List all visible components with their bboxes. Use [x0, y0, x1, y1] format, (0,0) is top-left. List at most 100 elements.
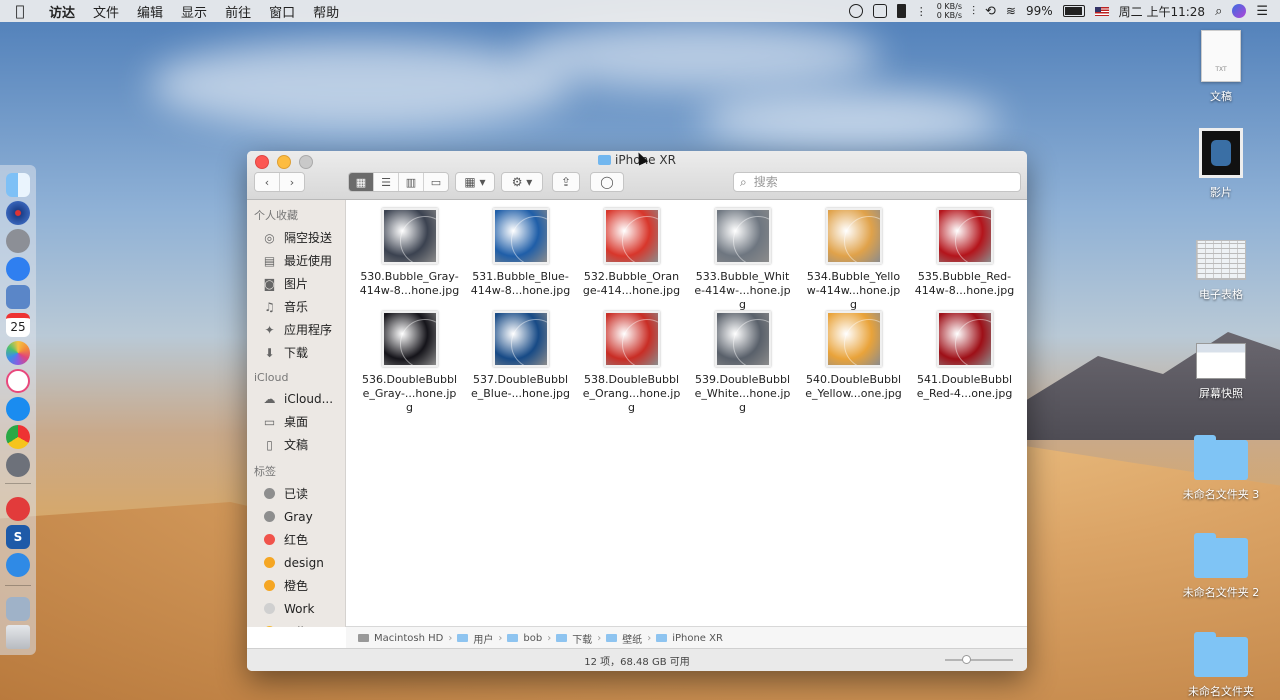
menu-window[interactable]: 窗口 [260, 2, 304, 21]
apple-menu-icon[interactable]:  [0, 2, 40, 20]
desktop-item-movies[interactable]: 影片 [1176, 128, 1266, 200]
desktop-item-folder-2[interactable]: 未命名文件夹 2 [1176, 533, 1266, 600]
menu-file[interactable]: 文件 [84, 2, 128, 21]
desktop-item-documents[interactable]: TXT 文稿 [1176, 30, 1266, 104]
calendar-day: 25 [10, 320, 26, 334]
path-segment[interactable]: 用户 [473, 631, 493, 646]
path-segment[interactable]: Macintosh HD [374, 633, 443, 644]
sidebar-item-favorite-5[interactable]: ⬇ 下载 [247, 341, 345, 364]
launchpad-icon[interactable] [6, 229, 30, 253]
path-segment[interactable]: 下载 [572, 631, 592, 646]
time-machine-icon[interactable]: ⟲ [985, 4, 996, 19]
sidebar-item-tag-4[interactable]: 橙色 [247, 574, 345, 597]
icon-view-button[interactable]: ▦ [349, 173, 374, 191]
back-button[interactable]: ‹ [255, 173, 280, 191]
finder-icon[interactable] [6, 173, 30, 197]
photos-icon[interactable] [6, 341, 30, 365]
sidebar-item-favorite-2[interactable]: ◙ 图片 [247, 272, 345, 295]
file-item[interactable]: 536.DoubleBubble_Gray-...hone.jpg [354, 311, 465, 414]
desktop-item-folder-3[interactable]: 未命名文件夹 3 [1176, 435, 1266, 502]
sidebar-item-icloud-2[interactable]: ▯ 文稿 [247, 433, 345, 456]
action-gear-button[interactable]: ⚙ ▾ [501, 172, 543, 192]
list-view-button[interactable]: ☰ [374, 173, 399, 191]
file-item[interactable]: 530.Bubble_Gray-414w-8...hone.jpg [354, 208, 465, 311]
sidebar-item-favorite-0[interactable]: ◎ 隔空投送 [247, 226, 345, 249]
desktop-item-folder[interactable]: 未命名文件夹 [1176, 632, 1266, 699]
tweetbot-icon[interactable] [6, 553, 30, 577]
app-store-icon[interactable] [6, 397, 30, 421]
group-by-button[interactable]: ▦ ▾ [455, 172, 495, 192]
red-app-icon[interactable] [6, 497, 30, 521]
preview-icon[interactable] [6, 285, 30, 309]
phone-icon[interactable] [896, 4, 906, 18]
sidebar-item-tag-1[interactable]: Gray [247, 505, 345, 528]
desktop-item-spreadsheet[interactable]: 电子表格 [1176, 240, 1266, 302]
menu-edit[interactable]: 编辑 [128, 2, 172, 21]
file-item[interactable]: 539.DoubleBubble_White...hone.jpg [687, 311, 798, 414]
file-item[interactable]: 535.Bubble_Red-414w-8...hone.jpg [909, 208, 1020, 311]
activity-icon[interactable]: ⫶ [972, 4, 975, 19]
tag-dot-icon [262, 509, 277, 524]
search-field[interactable]: ⌕ [733, 172, 1021, 192]
sidebar-item-tag-0[interactable]: 已读 [247, 482, 345, 505]
clock[interactable]: 周二 上午11:28 [1119, 3, 1205, 20]
file-item[interactable]: 540.DoubleBubble_Yellow...one.jpg [798, 311, 909, 414]
s-app-icon[interactable]: S [6, 525, 30, 549]
sidebar-item-favorite-1[interactable]: ▤ 最近使用 [247, 249, 345, 272]
forward-button[interactable]: › [280, 173, 304, 191]
menu-go[interactable]: 前往 [216, 2, 260, 21]
siri-icon[interactable] [1232, 4, 1247, 18]
gallery-view-button[interactable]: ▭ [424, 173, 448, 191]
sidebar-item-tag-3[interactable]: design [247, 551, 345, 574]
chrome-icon[interactable] [6, 425, 30, 449]
menu-finder[interactable]: 访达 [40, 2, 84, 21]
wifi-icon[interactable]: ≋ [1006, 4, 1016, 18]
battery-percent[interactable]: 99% [1026, 4, 1053, 18]
menu-help[interactable]: 帮助 [304, 2, 348, 21]
sidebar-item-icloud-0[interactable]: ☁ iCloud... [247, 387, 345, 410]
search-input[interactable] [751, 174, 996, 190]
sidebar-item-icloud-1[interactable]: ▭ 桌面 [247, 410, 345, 433]
path-segment[interactable]: bob [523, 633, 542, 644]
safari-compass-icon[interactable] [6, 257, 30, 281]
desktop-item-label: 未命名文件夹 2 [1182, 586, 1260, 599]
more-dots-icon[interactable]: ⋮ [916, 5, 927, 18]
path-segment[interactable]: iPhone XR [672, 633, 723, 644]
notification-center-icon[interactable]: ☰ [1256, 4, 1268, 19]
tag-button[interactable]: ◯ [590, 172, 624, 192]
record-icon[interactable] [848, 4, 863, 18]
calendar-icon[interactable]: 25 [6, 313, 30, 337]
file-item[interactable]: 534.Bubble_Yellow-414w...hone.jpg [798, 208, 909, 311]
slider-knob[interactable] [962, 655, 971, 664]
sidebar-item-favorite-3[interactable]: ♫ 音乐 [247, 295, 345, 318]
sidebar-item-tag-2[interactable]: 红色 [247, 528, 345, 551]
sidebar-item-tag-6[interactable]: Yellow [247, 620, 345, 627]
sidebar-item-favorite-4[interactable]: ✦ 应用程序 [247, 318, 345, 341]
file-item[interactable]: 541.DoubleBubble_Red-4...one.jpg [909, 311, 1020, 414]
trash-icon[interactable] [6, 625, 30, 649]
icon-size-slider[interactable] [945, 655, 1013, 664]
sidebar-app-icon[interactable] [872, 4, 887, 18]
file-item[interactable]: 532.Bubble_Orange-414...hone.jpg [576, 208, 687, 311]
battery-icon[interactable] [1062, 5, 1085, 17]
spotlight-search-icon[interactable]: ⌕ [1215, 4, 1222, 19]
desktop-item-screenshot[interactable]: 屏幕快照 [1176, 343, 1266, 401]
safari-icon[interactable] [6, 201, 30, 225]
file-area[interactable]: 530.Bubble_Gray-414w-8...hone.jpg 531.Bub… [346, 200, 1027, 627]
desktop-item-label: 未命名文件夹 [1188, 685, 1254, 698]
share-button[interactable]: ⇪ [552, 172, 580, 192]
path-segment[interactable]: 壁纸 [622, 631, 642, 646]
file-item[interactable]: 537.DoubleBubble_Blue-...hone.jpg [465, 311, 576, 414]
itunes-icon[interactable] [6, 369, 30, 393]
downloads-stack-icon[interactable] [6, 597, 30, 621]
network-speed[interactable]: 0 KB/s 0 KB/s [937, 2, 962, 20]
sidebar-item-tag-5[interactable]: Work [247, 597, 345, 620]
file-item[interactable]: 531.Bubble_Blue-414w-8...hone.jpg [465, 208, 576, 311]
file-item[interactable]: 533.Bubble_White-414w-...hone.jpg [687, 208, 798, 311]
input-source-flag-icon[interactable] [1094, 6, 1109, 16]
system-preferences-icon[interactable] [6, 453, 30, 477]
column-view-button[interactable]: ▥ [399, 173, 424, 191]
search-icon: ⌕ [740, 174, 747, 189]
menu-view[interactable]: 显示 [172, 2, 216, 21]
file-item[interactable]: 538.DoubleBubble_Orang...hone.jpg [576, 311, 687, 414]
